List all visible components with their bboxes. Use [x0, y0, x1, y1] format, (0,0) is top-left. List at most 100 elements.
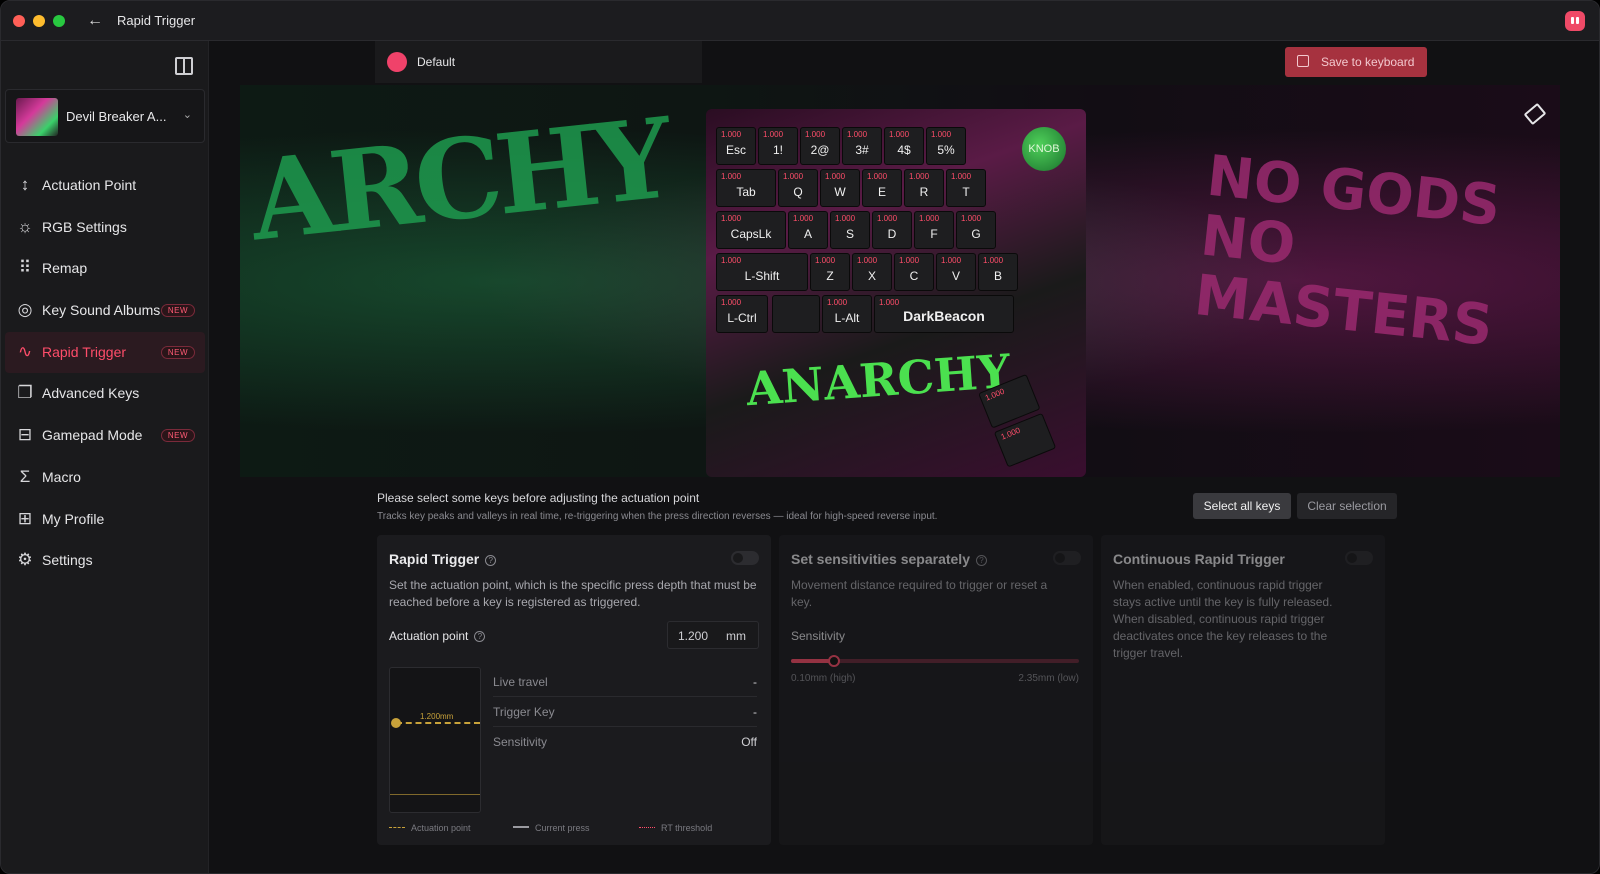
actuation-point-input[interactable]: 1.200 mm [667, 621, 759, 649]
fn-switch-key[interactable] [772, 295, 820, 333]
window-title: Rapid Trigger [117, 13, 196, 28]
continuous-description: When enabled, continuous rapid trigger s… [1113, 578, 1333, 660]
slider-max-label: 2.35mm (low) [1018, 673, 1079, 684]
eraser-icon[interactable] [1523, 102, 1547, 126]
travel-visualizer: 1.200mm [389, 667, 481, 813]
stat-key: Sensitivity [493, 735, 548, 749]
device-thumbnail [16, 98, 58, 136]
continuous-toggle[interactable] [1345, 551, 1373, 565]
continuous-title: Continuous Rapid Trigger [1113, 551, 1285, 567]
key-value: 1.000 [847, 130, 868, 139]
actuation-marker-line [396, 722, 480, 724]
key-value: 1.000 [783, 172, 804, 181]
key-label: G [971, 227, 981, 241]
sidebar-item-key-sound-albums[interactable]: ◎ Key Sound Albums NEW [5, 290, 205, 331]
app-logo-icon[interactable] [1565, 11, 1585, 31]
rapid-trigger-toggle[interactable] [731, 551, 759, 565]
key-value: 1.000 [931, 130, 952, 139]
select-all-keys-button[interactable]: Select all keys [1193, 493, 1291, 519]
key-d[interactable]: 1.000 D [872, 211, 912, 249]
clear-selection-button[interactable]: Clear selection [1297, 493, 1397, 519]
key-value: 1.000 [805, 130, 826, 139]
key-l-alt[interactable]: 1.000 L-Alt [822, 295, 872, 333]
key-5-[interactable]: 1.000 5% [926, 127, 966, 165]
sidebar-item-advanced-keys[interactable]: ❐ Advanced Keys [5, 373, 205, 414]
actuation-label-text: Actuation point [389, 629, 469, 643]
key-capslk[interactable]: 1.000 CapsLk [716, 211, 786, 249]
key-label: 3# [855, 143, 869, 157]
key-x[interactable]: 1.000 X [852, 253, 892, 291]
key-b[interactable]: 1.000 B [978, 253, 1018, 291]
help-icon[interactable]: ? [474, 631, 486, 642]
key-tab[interactable]: 1.000 Tab [716, 169, 776, 207]
key-f[interactable]: 1.000 F [914, 211, 954, 249]
sidebar-item-my-profile[interactable]: ⊞ My Profile [5, 499, 205, 540]
key-g[interactable]: 1.000 G [956, 211, 996, 249]
sidebar-item-label: Rapid Trigger [42, 343, 127, 360]
hint-title: Please select some keys before adjusting… [377, 491, 700, 505]
maximize-window-button[interactable] [53, 15, 65, 27]
slider-thumb[interactable] [828, 655, 841, 667]
key-label: 1! [772, 143, 783, 157]
device-selector[interactable]: Devil Breaker A... ⌄ [5, 89, 205, 143]
sidebar-item-label: Remap [42, 260, 88, 277]
gamepad-icon: ⊟ [17, 425, 33, 445]
key-label: Z [826, 269, 834, 283]
key-a[interactable]: 1.000 A [788, 211, 828, 249]
key-z[interactable]: 1.000 Z [810, 253, 850, 291]
key-value: 1.000 [877, 214, 898, 223]
key-2-[interactable]: 1.000 2@ [800, 127, 840, 165]
key-l-shift[interactable]: 1.000 L-Shift [716, 253, 808, 291]
knob[interactable]: KNOB [1022, 127, 1066, 171]
collapse-sidebar-icon[interactable] [175, 57, 193, 75]
key-3-[interactable]: 1.000 3# [842, 127, 882, 165]
key-darkbeacon[interactable]: 1.000 DarkBeacon [874, 295, 1014, 333]
key-value: 1.000 [899, 256, 920, 265]
sensitivities-card: Set sensitivities separately? Movement d… [779, 535, 1093, 845]
key-value: 1.000 [721, 130, 742, 139]
sidebar-item-gamepad-mode[interactable]: ⊟ Gamepad Mode NEW [5, 415, 205, 456]
help-icon[interactable]: ? [485, 555, 497, 566]
sidebar: Devil Breaker A... ⌄ ↕ Actuation Point ☼… [1, 41, 209, 873]
sidebar-item-rgb-settings[interactable]: ☼ RGB Settings [5, 207, 205, 248]
save-to-keyboard-button[interactable]: Save to keyboard [1285, 47, 1427, 77]
minimize-window-button[interactable] [33, 15, 45, 27]
disc-icon: ◎ [17, 300, 33, 320]
key-label: S [845, 227, 854, 241]
card-title-text: Set sensitivities separately [791, 551, 970, 567]
key-value: 1.000 [827, 298, 848, 307]
legend-swatch [389, 827, 405, 828]
stat-key: Trigger Key [493, 705, 555, 719]
sidebar-item-actuation-point[interactable]: ↕ Actuation Point [5, 165, 205, 206]
profile-tab[interactable]: Default [375, 41, 702, 83]
key-label: 4$ [897, 143, 911, 157]
key-q[interactable]: 1.000 Q [778, 169, 818, 207]
sidebar-item-rapid-trigger[interactable]: ∿ Rapid Trigger NEW [5, 331, 205, 373]
key-l-ctrl[interactable]: 1.000 L-Ctrl [716, 295, 768, 333]
key-label: T [962, 185, 970, 199]
sensitivity-slider[interactable] [791, 655, 1079, 667]
sensitivities-toggle[interactable] [1053, 551, 1081, 565]
save-icon [1297, 55, 1309, 67]
sidebar-item-remap[interactable]: ⠿ Remap [5, 248, 205, 289]
key-t[interactable]: 1.000 T [946, 169, 986, 207]
back-arrow-icon[interactable]: ← [85, 11, 105, 31]
actuation-marker-handle[interactable] [391, 718, 401, 728]
key-c[interactable]: 1.000 C [894, 253, 934, 291]
key-1-[interactable]: 1.000 1! [758, 127, 798, 165]
key-s[interactable]: 1.000 S [830, 211, 870, 249]
key-4-[interactable]: 1.000 4$ [884, 127, 924, 165]
banner-graffiti-right: NO GODS NO MASTERS [1191, 143, 1504, 359]
close-window-button[interactable] [13, 15, 25, 27]
key-esc[interactable]: 1.000 Esc [716, 127, 756, 165]
help-icon[interactable]: ? [976, 555, 987, 566]
sidebar-item-macro[interactable]: Σ Macro [5, 457, 205, 498]
key-v[interactable]: 1.000 V [936, 253, 976, 291]
key-value: 1.000 [721, 256, 742, 265]
legend-rt: RT threshold [639, 823, 712, 833]
key-value: 1.000 [919, 214, 940, 223]
key-r[interactable]: 1.000 R [904, 169, 944, 207]
key-e[interactable]: 1.000 E [862, 169, 902, 207]
sidebar-item-settings[interactable]: ⚙ Settings [5, 540, 205, 581]
key-w[interactable]: 1.000 W [820, 169, 860, 207]
